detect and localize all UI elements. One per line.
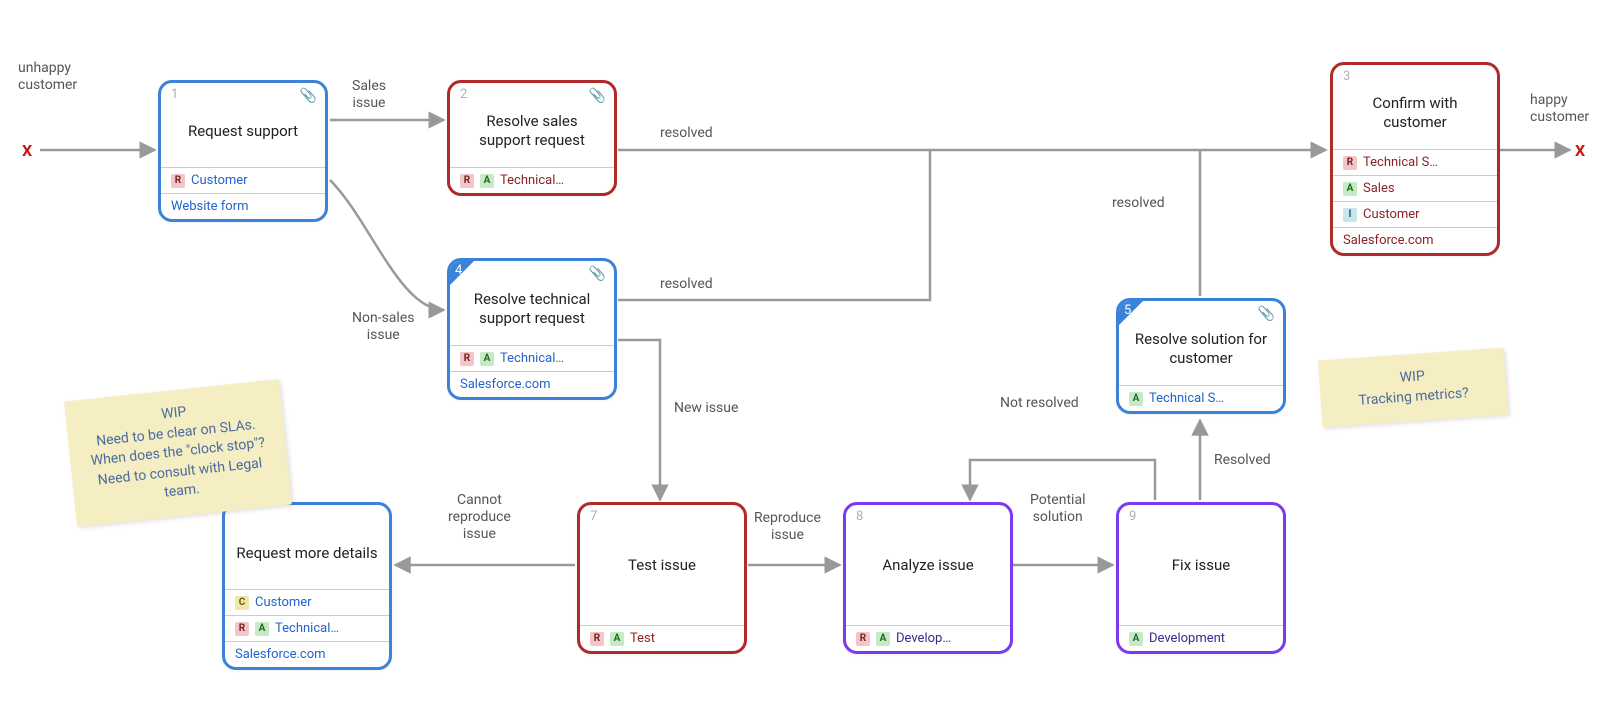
node-number: 9: [1129, 509, 1136, 524]
node-number: 5: [1124, 303, 1131, 318]
node-title: Test issue: [580, 505, 744, 625]
node-number: 8: [856, 509, 863, 524]
edge-cannot: Cannotreproduceissue: [448, 492, 511, 542]
end-label: happycustomer: [1530, 92, 1589, 126]
node-number: 4: [455, 263, 462, 278]
raci-row: RADevelop…: [846, 625, 1010, 651]
node-confirm-customer[interactable]: 3 Confirm with customer RTechnical S… AS…: [1330, 62, 1500, 256]
node-fix-issue[interactable]: 9 Fix issue ADevelopment: [1116, 502, 1286, 654]
node-number: 3: [1343, 69, 1350, 84]
raci-row: RATechnical…: [450, 345, 614, 371]
paperclip-icon: 📎: [589, 266, 606, 282]
node-title: Analyze issue: [846, 505, 1010, 625]
edge-newissue: New issue: [674, 400, 738, 417]
raci-row: RCustomer: [161, 167, 325, 193]
raci-row: RATechnical…: [450, 167, 614, 193]
raci-row: RATest: [580, 625, 744, 651]
edge-resolved-4: Resolved: [1214, 452, 1271, 469]
sticky-note-sla[interactable]: WIPNeed to be clear on SLAs. When does t…: [64, 379, 292, 527]
node-resolve-tech[interactable]: 4 📎 Resolve technical support request RA…: [447, 258, 617, 400]
node-number: 2: [460, 87, 467, 102]
node-resolve-sales[interactable]: 2 📎 Resolve sales support request RATech…: [447, 80, 617, 196]
raci-row: RATechnical…: [225, 615, 389, 641]
system-row: Salesforce.com: [225, 641, 389, 667]
edge-reproduce: Reproduceissue: [754, 510, 821, 544]
node-number: 1: [171, 87, 178, 102]
start-terminal: X: [22, 141, 32, 160]
node-title: Fix issue: [1119, 505, 1283, 625]
start-label: unhappycustomer: [18, 60, 77, 94]
paperclip-icon: 📎: [1258, 306, 1275, 322]
edge-resolved-2: resolved: [660, 276, 713, 293]
system-row: Salesforce.com: [450, 371, 614, 397]
node-title: Confirm with customer: [1333, 65, 1497, 149]
edge-potential: Potentialsolution: [1030, 492, 1085, 526]
paperclip-icon: 📎: [300, 88, 317, 104]
edge-sales: Salesissue: [352, 78, 386, 112]
raci-row: CCustomer: [225, 589, 389, 615]
node-test-issue[interactable]: 7 Test issue RATest: [577, 502, 747, 654]
edge-resolved-3: resolved: [1112, 195, 1165, 212]
raci-row: ASales: [1333, 175, 1497, 201]
raci-row: ADevelopment: [1119, 625, 1283, 651]
node-analyze-issue[interactable]: 8 Analyze issue RADevelop…: [843, 502, 1013, 654]
edge-resolved-1: resolved: [660, 125, 713, 142]
sticky-note-metrics[interactable]: WIPTracking metrics?: [1318, 348, 1508, 428]
raci-row: ATechnical S…: [1119, 385, 1283, 411]
edge-notresolved: Not resolved: [1000, 395, 1079, 412]
edge-nonsales: Non-salesissue: [352, 310, 414, 344]
system-row: Website form: [161, 193, 325, 219]
node-number: 7: [590, 509, 597, 524]
node-resolve-solution[interactable]: 5 📎 Resolve solution for customer ATechn…: [1116, 298, 1286, 414]
node-title: Request more details: [225, 505, 389, 589]
raci-row: ICustomer: [1333, 201, 1497, 227]
end-terminal: X: [1575, 141, 1585, 160]
node-request-support[interactable]: 1 📎 Request support RCustomer Website fo…: [158, 80, 328, 222]
paperclip-icon: 📎: [589, 88, 606, 104]
system-row: Salesforce.com: [1333, 227, 1497, 253]
raci-row: RTechnical S…: [1333, 149, 1497, 175]
node-request-details[interactable]: 6 Request more details CCustomer RATechn…: [222, 502, 392, 670]
